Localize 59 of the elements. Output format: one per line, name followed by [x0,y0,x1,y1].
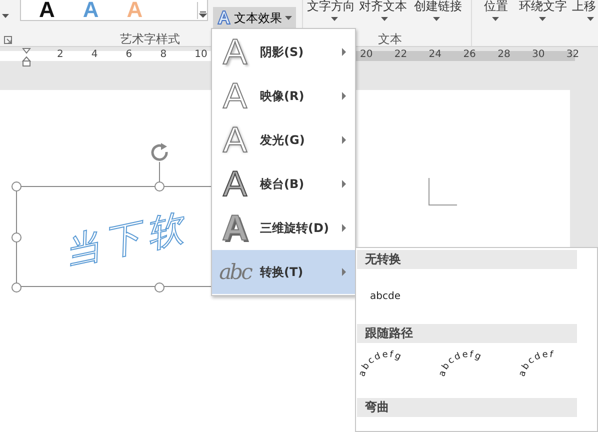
caret-icon[interactable] [587,17,594,21]
menu-item[interactable]: A 映像(R) [212,74,355,118]
text-effects-button[interactable]: 文本效果 [213,7,296,28]
text-effect-icon [217,10,231,25]
style-gallery[interactable]: A A A [20,0,208,21]
effect-glyph: A [221,120,249,160]
ruler-number: 30 [532,49,545,61]
effect-glyph: A [221,208,249,248]
submenu-arrow-icon [342,48,346,56]
group-label: 艺术字样式 [120,31,180,48]
submenu-arrow-icon [342,224,346,232]
section-header: 弯曲 [357,398,577,417]
effect-glyph: A [222,76,249,116]
submenu-arrow-icon [342,180,346,188]
ribbon-command[interactable]: 上移 [572,0,596,13]
effect-glyph: A [218,32,252,72]
ruler-number: 24 [428,49,442,61]
group-label: 文本 [378,31,402,48]
ruler-number: 2 [57,49,64,61]
menu-item[interactable]: A 三维旋转(D) [212,206,355,250]
effect-glyph: A [222,164,248,204]
ruler-number: 6 [126,49,132,61]
ribbon-command[interactable]: 创建链接 [414,0,462,13]
ruler-number: 8 [160,49,167,61]
menu-item[interactable]: abc 转换(T) [212,250,355,294]
margin-corner-mark [428,178,458,206]
menu-item[interactable]: A 阴影(S) [212,30,355,74]
caret-icon[interactable] [2,14,9,18]
ribbon-command[interactable]: 位置 [484,0,508,13]
ruler-number: 26 [463,49,476,61]
effect-glyph: abc [218,259,252,286]
wordart-style-sample[interactable]: A [39,0,55,20]
caret-icon[interactable] [331,17,338,21]
menu-item[interactable]: A 棱台(B) [212,162,355,206]
caret-icon[interactable] [381,17,388,21]
ribbon-command[interactable]: 环绕文字 [519,0,567,13]
ruler-number: 28 [498,49,510,61]
wordart-text: 当下软 [60,204,194,274]
dialog-launcher-icon[interactable] [4,36,12,44]
section-header: 无转换 [357,250,577,269]
caret-icon [285,16,292,20]
submenu-arrow-icon [342,92,346,100]
rotate-handle-icon[interactable] [151,143,169,161]
ribbon-command[interactable]: 文字方向 [307,0,355,13]
indent-marker-icon[interactable] [22,48,31,67]
caret-icon[interactable] [433,17,440,21]
caret-icon[interactable] [539,17,546,21]
section-header: 跟随路径 [357,324,577,343]
ruler-number: 20 [360,49,373,61]
submenu-arrow-icon [342,136,346,144]
ruler-number: 22 [394,49,408,61]
menu-item[interactable]: A 发光(G) [212,118,355,162]
caret-icon[interactable] [492,17,499,21]
submenu-arrow-icon [342,268,346,276]
ruler-number: 10 [194,49,208,61]
ribbon-command[interactable]: 对齐文本 [359,0,407,13]
transform-sample[interactable]: abcde [356,269,597,324]
ruler-number: 4 [91,49,98,61]
ruler-number: 32 [566,49,580,61]
